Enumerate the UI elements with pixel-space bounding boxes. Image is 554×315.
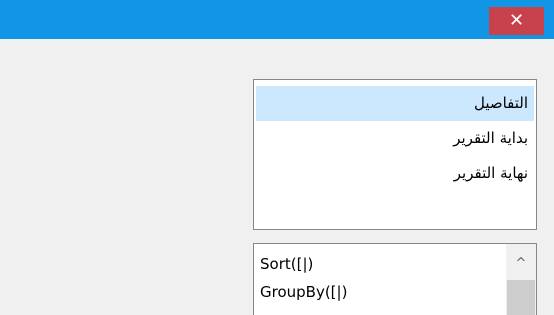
- list-item-details[interactable]: التفاصيل: [256, 86, 534, 121]
- vertical-scrollbar[interactable]: ^: [506, 244, 536, 315]
- list-item-report-header[interactable]: بداية التقرير: [256, 121, 534, 156]
- list-item-report-footer[interactable]: نهاية التقرير: [256, 156, 534, 191]
- dialog-window: ✕ التفاصيل بداية التقرير نهاية التقرير S…: [0, 0, 554, 315]
- list-item-groupby[interactable]: GroupBy([|): [260, 278, 347, 306]
- list-item-sort[interactable]: Sort([|): [260, 250, 313, 278]
- scroll-up-icon[interactable]: ^: [506, 250, 536, 278]
- report-sections-list[interactable]: التفاصيل بداية التقرير نهاية التقرير: [253, 79, 537, 230]
- close-button[interactable]: ✕: [489, 7, 544, 35]
- close-icon: ✕: [508, 10, 525, 31]
- scroll-thumb[interactable]: [507, 280, 535, 315]
- title-bar[interactable]: ✕: [0, 0, 554, 39]
- functions-list[interactable]: Sort([|) GroupBy([|) ^: [253, 243, 537, 315]
